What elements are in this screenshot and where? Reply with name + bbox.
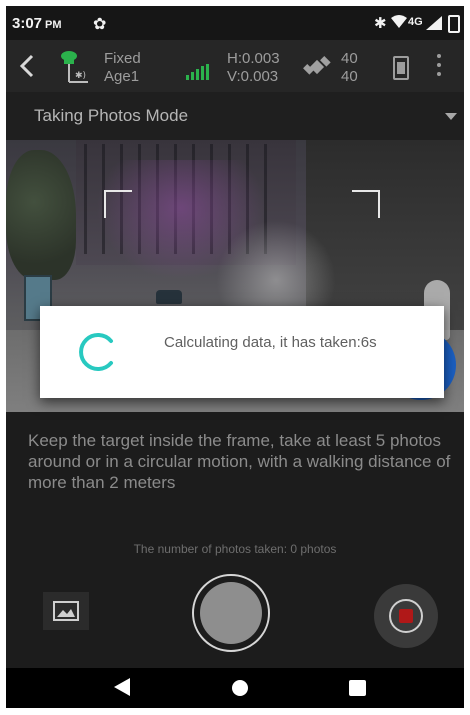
ampm-text: PM — [45, 19, 62, 31]
loading-spinner-icon — [79, 333, 113, 371]
mode-dropdown[interactable]: Taking Photos Mode — [6, 92, 464, 141]
status-bar: 3:07 PM ✿ ✱ 4G — [6, 6, 464, 40]
satellites-top: 40 — [341, 50, 358, 67]
satellites-bottom: 40 — [341, 68, 358, 85]
frame-corner-top-left — [104, 190, 132, 218]
gallery-button[interactable] — [43, 592, 89, 630]
record-button[interactable] — [374, 584, 438, 648]
dropdown-arrow-icon — [445, 113, 457, 120]
bluetooth-icon: ✱ — [374, 15, 387, 32]
battery-icon — [448, 15, 460, 33]
signal-bars-icon — [186, 64, 210, 85]
wifi-icon — [391, 15, 407, 32]
more-vert-icon[interactable] — [436, 54, 442, 80]
camera-scene-car — [156, 290, 182, 304]
system-nav-bar — [6, 668, 464, 708]
dialog-message: Calculating data, it has taken:6s — [164, 334, 377, 351]
camera-scene-tree — [6, 150, 76, 280]
nav-recent-icon[interactable] — [349, 680, 366, 696]
nav-home-icon[interactable] — [232, 680, 248, 696]
back-button[interactable] — [16, 52, 38, 80]
gear-icon: ✿ — [93, 16, 107, 33]
mode-selected: Taking Photos Mode — [34, 106, 189, 125]
gallery-icon — [53, 601, 79, 621]
age-label: Age1 — [104, 68, 140, 85]
fix-status: Fixed — [104, 50, 141, 67]
v-precision: V:0.003 — [227, 68, 279, 85]
record-dot — [399, 609, 413, 623]
shutter-button[interactable] — [192, 574, 270, 652]
svg-text:✱): ✱) — [75, 71, 86, 81]
gnss-receiver-icon[interactable]: ✱) — [58, 48, 96, 86]
status-time: 3:07 PM — [12, 15, 62, 32]
time-text: 3:07 — [12, 15, 43, 32]
record-icon — [389, 599, 423, 633]
signal-icon — [426, 16, 442, 34]
back-arrow-icon — [19, 54, 34, 78]
progress-dialog: Calculating data, it has taken:6s — [40, 306, 444, 398]
h-precision: H:0.003 — [227, 50, 280, 67]
instruction-text: Keep the target inside the frame, take a… — [28, 431, 451, 492]
device-battery-icon[interactable] — [393, 56, 409, 80]
shutter-icon — [200, 582, 262, 644]
satellite-icon[interactable] — [302, 52, 332, 87]
network-type: 4G — [408, 16, 423, 28]
frame-corner-top-right — [352, 190, 380, 218]
phone-screen: 3:07 PM ✿ ✱ 4G ✱) Fixed Age1 H:0.003 V:0… — [6, 6, 464, 708]
gnss-toolbar: ✱) Fixed Age1 H:0.003 V:0.003 40 40 — [6, 40, 464, 92]
nav-back-icon[interactable] — [114, 678, 130, 696]
photo-count: The number of photos taken: 0 photos — [133, 542, 337, 556]
